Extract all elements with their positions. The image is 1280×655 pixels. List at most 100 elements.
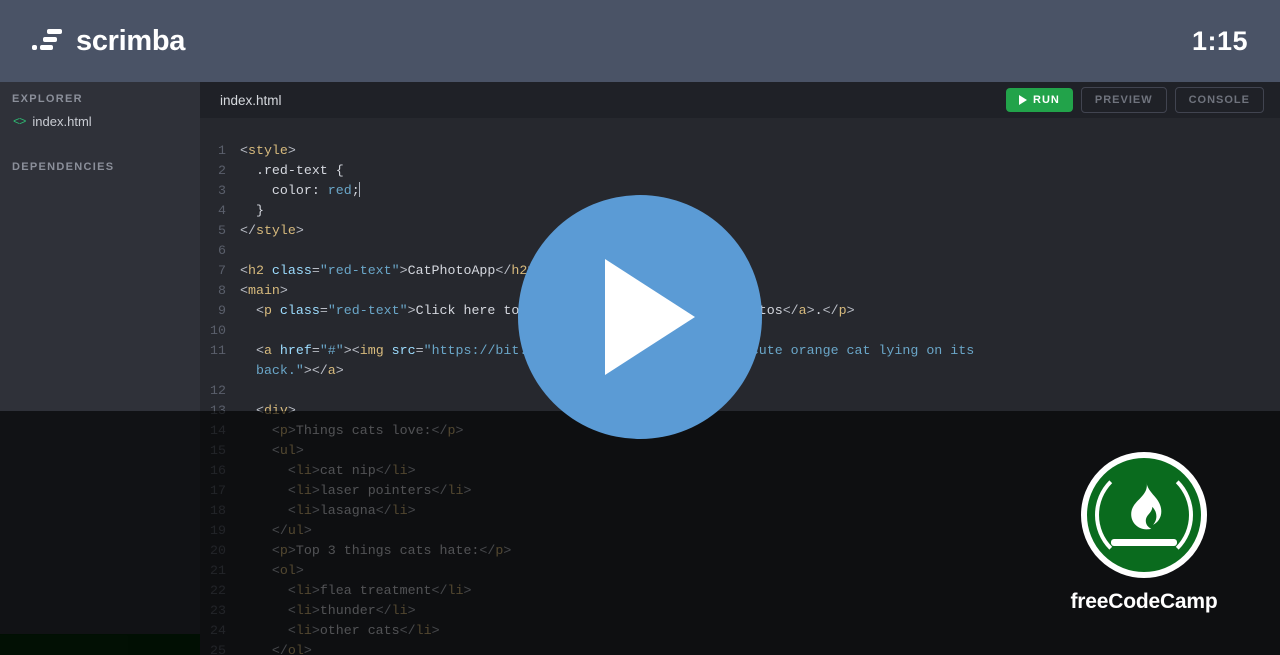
code-token: li	[391, 503, 408, 518]
line-number: 6	[218, 243, 226, 258]
code-line[interactable]: 24 <li>other cats</li>	[200, 621, 1280, 641]
code-token: red	[327, 183, 352, 198]
brand[interactable]: scrimba	[0, 25, 185, 58]
code-token: li	[447, 583, 464, 598]
code-line[interactable]: 25 </ol>	[200, 641, 1280, 655]
code-token: style	[255, 223, 296, 238]
code-line[interactable]: 13 <div>	[200, 401, 1280, 421]
code-token: >	[287, 423, 296, 438]
code-line[interactable]: 14 <p>Things cats love:</p>	[200, 421, 1280, 441]
code-token: </	[822, 303, 839, 318]
code-token: ul	[279, 443, 296, 458]
line-content[interactable]	[240, 381, 1280, 401]
code-token: <	[287, 603, 296, 618]
code-line[interactable]: 4 }	[200, 201, 1280, 221]
sidebar-file-index-html[interactable]: <> index.html	[0, 105, 200, 129]
play-triangle-glyph	[605, 259, 695, 375]
code-token: =	[319, 303, 328, 318]
code-line[interactable]: 3 color: red;	[200, 181, 1280, 201]
code-token: a	[263, 343, 272, 358]
code-token: >	[279, 283, 288, 298]
line-content[interactable]: <a href="#"><img src="https://bit.ly/fcc…	[240, 341, 1280, 361]
code-line[interactable]: 5 </style>	[200, 221, 1280, 241]
code-token: <	[240, 143, 248, 158]
code-token: .	[814, 303, 823, 318]
line-number: 3	[218, 183, 226, 198]
code-token: >	[295, 443, 304, 458]
line-content[interactable]: <p>Things cats love:</p>	[240, 421, 1280, 441]
line-number: 20	[210, 543, 226, 558]
code-token: >	[287, 543, 296, 558]
play-circle-icon[interactable]	[518, 195, 762, 439]
line-number: 14	[210, 423, 226, 438]
code-token: </	[479, 543, 496, 558]
code-token: style	[247, 143, 288, 158]
code-token: </	[271, 523, 288, 538]
code-token: >	[846, 303, 855, 318]
code-token: >	[311, 503, 320, 518]
line-content[interactable]: </ol>	[240, 641, 1280, 655]
editor-tabbar: index.html RUN PREVIEW CONSOLE	[200, 82, 1280, 118]
code-token: >	[311, 623, 320, 638]
code-token: flea treatment	[319, 583, 432, 598]
code-token: "red-text"	[327, 303, 408, 318]
line-content[interactable]: .red-text {	[240, 161, 1280, 181]
code-token: >	[311, 603, 320, 618]
line-content[interactable]: </style>	[240, 221, 1280, 241]
code-token: "red-text"	[319, 263, 400, 278]
code-token: a	[327, 363, 336, 378]
line-number: 7	[218, 263, 226, 278]
line-number: 22	[210, 583, 226, 598]
line-content[interactable]	[240, 241, 1280, 261]
line-content[interactable]: color: red;	[240, 181, 1280, 201]
code-line[interactable]: 2 .red-text {	[200, 161, 1280, 181]
code-token: </	[271, 643, 288, 655]
code-token: >	[295, 563, 304, 578]
code-token: ol	[287, 643, 304, 655]
code-line[interactable]: 1 <style>	[200, 141, 1280, 161]
code-token: >	[463, 583, 472, 598]
code-token: laser pointers	[319, 483, 432, 498]
line-number: 4	[218, 203, 226, 218]
code-token: <	[271, 543, 280, 558]
preview-button[interactable]: PREVIEW	[1080, 87, 1167, 113]
code-token: h2	[247, 263, 264, 278]
line-content[interactable]: <style>	[240, 141, 1280, 161]
code-token: href	[271, 343, 312, 358]
run-button[interactable]: RUN	[1006, 88, 1073, 112]
line-content[interactable]: <h2 class="red-text">CatPhotoApp</h2>	[240, 261, 1280, 281]
line-content[interactable]: <div>	[240, 401, 1280, 421]
text-cursor	[358, 182, 360, 197]
code-token: img	[359, 343, 384, 358]
code-token: ></	[303, 363, 328, 378]
code-token: >	[343, 343, 352, 358]
code-token: <	[351, 343, 360, 358]
line-number: 18	[210, 503, 226, 518]
code-token: >	[303, 523, 312, 538]
code-token: </	[240, 223, 256, 238]
console-button[interactable]: CONSOLE	[1174, 87, 1264, 113]
code-token: =	[311, 263, 320, 278]
code-token: "A cute orange cat lying on its	[726, 343, 975, 358]
sidebar-progress-bar	[0, 634, 200, 655]
code-token: </	[399, 623, 416, 638]
brand-name: scrimba	[76, 24, 186, 57]
code-token: >	[311, 483, 320, 498]
code-token: <	[287, 583, 296, 598]
code-token: >	[295, 223, 304, 238]
tab-index-html[interactable]: index.html	[200, 93, 282, 108]
code-brackets-icon: <>	[13, 114, 26, 129]
line-content[interactable]: <li>other cats</li>	[240, 621, 1280, 641]
code-token: </	[431, 583, 448, 598]
line-content[interactable]: back."></a>	[240, 361, 1280, 381]
code-token: a	[798, 303, 807, 318]
line-content[interactable]: }	[240, 201, 1280, 221]
code-token: </	[375, 503, 392, 518]
